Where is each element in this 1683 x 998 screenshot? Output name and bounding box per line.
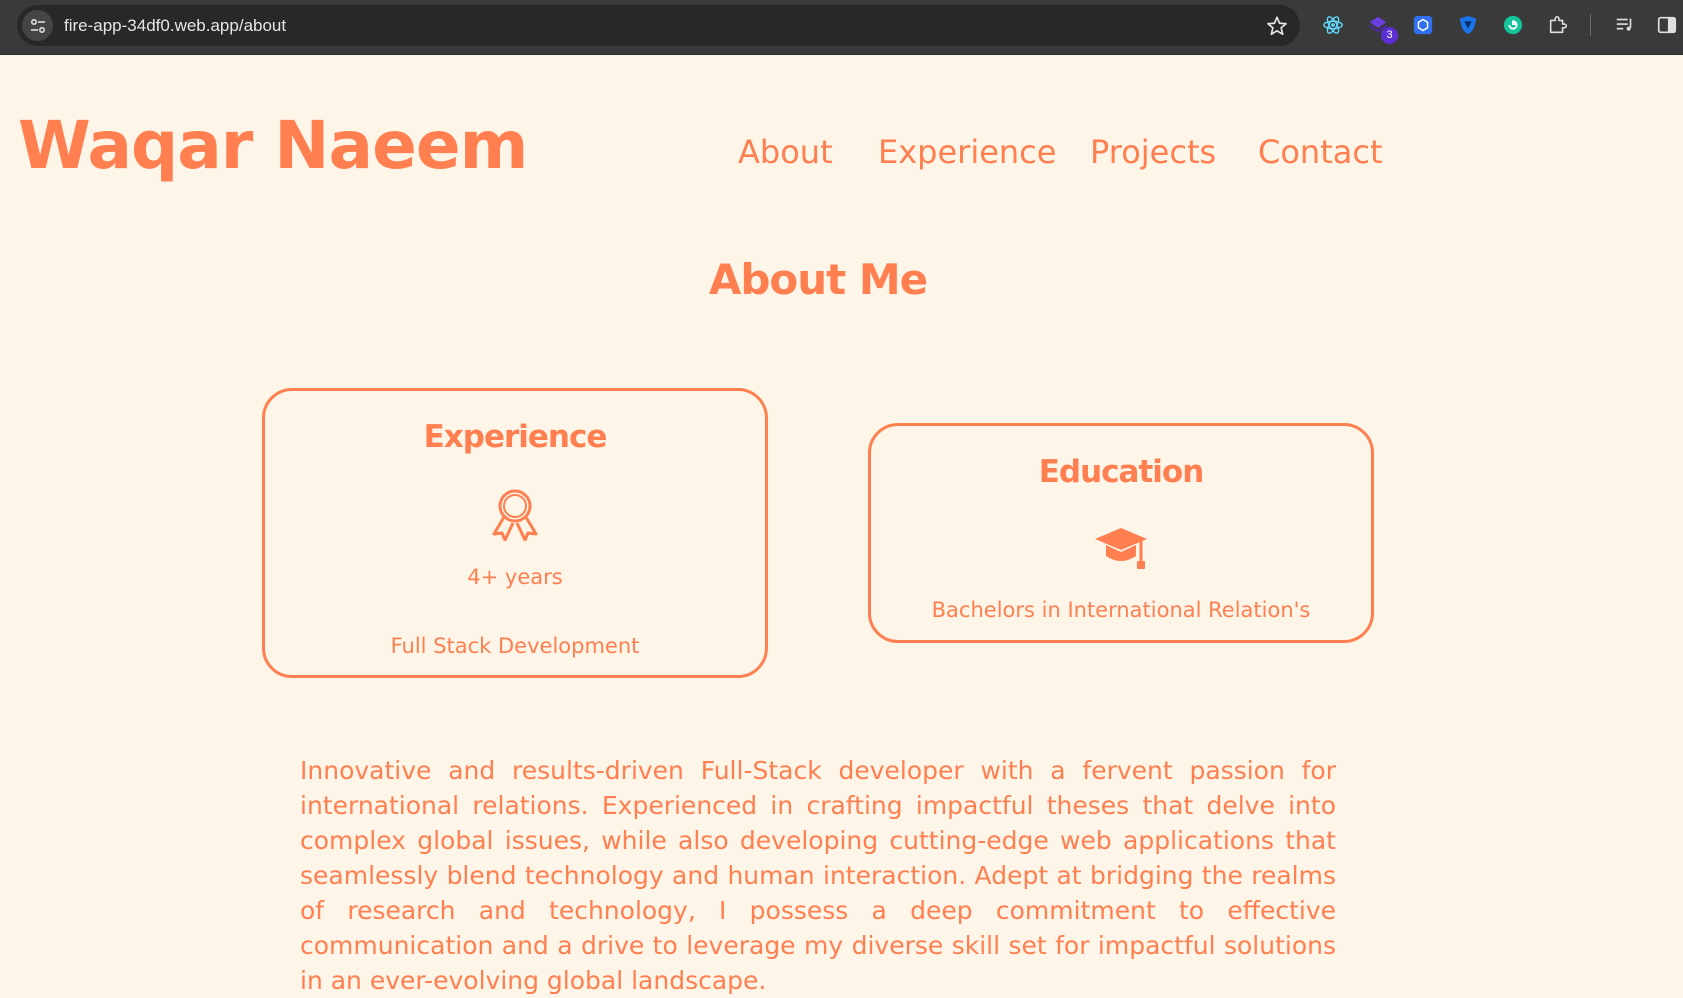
address-bar[interactable]: fire-app-34df0.web.app/about	[17, 5, 1300, 46]
extensions-puzzle-icon[interactable]	[1546, 13, 1570, 37]
graduation-cap-icon	[1093, 526, 1149, 576]
education-card-title: Education	[1038, 454, 1205, 490]
browser-toolbar: fire-app-34df0.web.app/about 3	[0, 0, 1683, 55]
toolbar-divider	[1590, 14, 1591, 36]
nav-contact[interactable]: Contact	[1258, 133, 1383, 171]
brand-logo[interactable]: Waqar Naeem	[18, 113, 528, 179]
site-info-icon[interactable]	[22, 10, 53, 41]
nav-experience[interactable]: Experience	[878, 133, 1056, 171]
bookmark-star-icon[interactable]	[1266, 15, 1288, 37]
react-devtools-icon[interactable]	[1321, 13, 1345, 37]
shield-extension-icon[interactable]	[1456, 13, 1480, 37]
experience-years: 4+ years	[467, 565, 563, 589]
page-title: About Me	[708, 255, 928, 304]
education-subtitle: Bachelors in International Relation's	[931, 598, 1311, 622]
experience-card-title: Experience	[423, 419, 608, 455]
side-panel-icon[interactable]	[1655, 13, 1679, 37]
media-queue-icon[interactable]	[1613, 13, 1637, 37]
extension-badge-icon[interactable]: 3	[1366, 13, 1398, 44]
box-extension-icon[interactable]	[1411, 13, 1435, 37]
grammar-extension-icon[interactable]	[1501, 13, 1525, 37]
about-bio-paragraph: Innovative and results-driven Full-Stack…	[300, 756, 1336, 995]
award-icon	[489, 487, 541, 545]
url-text[interactable]: fire-app-34df0.web.app/about	[64, 5, 286, 46]
education-card: Education Bachelors in International Rel…	[868, 423, 1374, 643]
page-body: Waqar Naeem About Experience Projects Co…	[0, 55, 1683, 995]
experience-subtitle: Full Stack Development	[390, 634, 640, 658]
extension-count-badge: 3	[1381, 27, 1398, 44]
experience-card: Experience 4+ years Full Stack Developme…	[262, 388, 768, 678]
nav-about[interactable]: About	[738, 133, 833, 171]
nav-projects[interactable]: Projects	[1090, 133, 1216, 171]
